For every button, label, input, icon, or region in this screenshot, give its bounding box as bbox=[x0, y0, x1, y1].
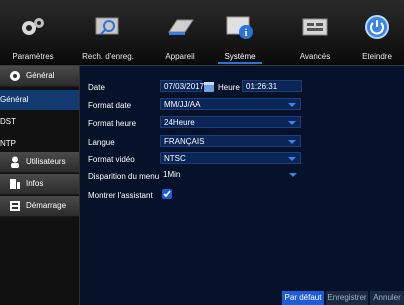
tab-label: Rech. d'enreg. bbox=[82, 52, 134, 61]
top-menu-bar: Paramètres Rech. d'enreg. Appareil i Sys… bbox=[0, 0, 404, 65]
default-button[interactable]: Par défaut bbox=[282, 291, 324, 305]
tab-systeme[interactable]: i Système bbox=[212, 0, 268, 65]
date-format-select[interactable]: MM/JJ/AA bbox=[160, 98, 301, 110]
tab-parametres[interactable]: Paramètres bbox=[0, 0, 66, 65]
date-format-value: MM/JJ/AA bbox=[164, 100, 201, 109]
sidebar-section-utilisateurs[interactable]: Utilisateurs bbox=[0, 152, 79, 173]
gears-icon bbox=[22, 18, 44, 35]
chevron-down-icon bbox=[288, 157, 296, 161]
sidebar-item-label: Général bbox=[0, 95, 29, 104]
advanced-icon bbox=[302, 18, 328, 36]
tab-rech-enreg[interactable]: Rech. d'enreg. bbox=[74, 0, 142, 65]
sidebar-section-label: Général bbox=[26, 71, 55, 80]
language-select[interactable]: FRANÇAIS bbox=[160, 135, 301, 147]
date-value: 07/03/2017 bbox=[164, 82, 205, 91]
show-wizard-label: Montrer l'assistant bbox=[88, 191, 153, 200]
sidebar-item-dst[interactable]: DST bbox=[0, 112, 79, 132]
chevron-down-icon bbox=[288, 121, 296, 125]
sidebar-section-label: Utilisateurs bbox=[26, 157, 66, 166]
time-format-select[interactable]: 24Heure bbox=[160, 116, 301, 128]
menu-timeout-select[interactable]: 1Min bbox=[160, 169, 301, 181]
user-icon bbox=[11, 156, 19, 168]
video-format-select[interactable]: NTSC bbox=[160, 152, 301, 164]
video-format-label: Format vidéo bbox=[88, 155, 135, 164]
sidebar-section-label: Infos bbox=[26, 179, 44, 188]
chevron-down-icon bbox=[288, 140, 296, 144]
tab-label: Paramètres bbox=[12, 52, 54, 61]
time-input[interactable]: 01:26:31 bbox=[242, 80, 302, 92]
show-wizard-checkbox[interactable] bbox=[162, 189, 172, 199]
menu-timeout-value: 1Min bbox=[163, 170, 181, 179]
sidebar-section-infos[interactable]: Infos bbox=[0, 174, 79, 195]
date-format-label: Format date bbox=[88, 101, 132, 110]
language-label: Langue bbox=[88, 138, 115, 147]
tab-label: Appareil bbox=[165, 52, 195, 61]
sidebar-section-label: Démarrage bbox=[26, 201, 67, 210]
sidebar-item-label: DST bbox=[0, 117, 16, 126]
tab-appareil[interactable]: Appareil bbox=[150, 0, 210, 65]
sidebar-item-ntp[interactable]: NTP bbox=[0, 134, 79, 154]
active-tab-underline bbox=[218, 62, 262, 64]
sidebar-item-label: NTP bbox=[0, 139, 16, 148]
date-input[interactable]: 07/03/2017 bbox=[160, 80, 205, 92]
tab-label: Avancés bbox=[299, 52, 331, 61]
tab-label: Eteindre bbox=[362, 52, 392, 61]
video-format-value: NTSC bbox=[164, 154, 186, 163]
date-label: Date bbox=[88, 83, 105, 92]
tab-avances[interactable]: Avancés bbox=[284, 0, 346, 65]
info-icon bbox=[10, 179, 20, 189]
sidebar-section-general[interactable]: Général bbox=[0, 66, 79, 87]
gear-icon bbox=[10, 71, 20, 81]
time-format-label: Format heure bbox=[88, 119, 137, 128]
settings-panel: Date 07/03/2017 Heure 01:26:31 Format da… bbox=[80, 66, 404, 305]
tab-label: Système bbox=[224, 52, 256, 61]
sidebar-item-general[interactable]: Général bbox=[0, 90, 79, 110]
cancel-button[interactable]: Annuler bbox=[370, 291, 404, 305]
system-info-icon: i bbox=[226, 16, 253, 39]
sidebar: Général Général DST NTP Utilisateurs Inf… bbox=[0, 66, 80, 305]
menu-timeout-label: Disparition du menu bbox=[88, 172, 160, 181]
checkmark-icon bbox=[163, 190, 171, 198]
sidebar-section-demarrage[interactable]: Démarrage bbox=[0, 196, 79, 217]
tab-eteindre[interactable]: Eteindre bbox=[350, 0, 404, 65]
hard-drive-icon bbox=[168, 19, 194, 35]
search-monitor-icon bbox=[95, 17, 119, 35]
time-label: Heure bbox=[218, 83, 240, 92]
save-button[interactable]: Enregistrer bbox=[326, 291, 368, 305]
svg-text:i: i bbox=[245, 28, 248, 39]
power-icon bbox=[365, 15, 389, 39]
chevron-down-icon bbox=[288, 103, 296, 107]
time-value: 01:26:31 bbox=[246, 82, 278, 91]
time-format-value: 24Heure bbox=[164, 118, 195, 127]
chevron-down-icon bbox=[289, 173, 297, 177]
startup-icon bbox=[10, 201, 20, 211]
language-value: FRANÇAIS bbox=[164, 137, 205, 146]
calendar-icon[interactable] bbox=[204, 82, 214, 92]
